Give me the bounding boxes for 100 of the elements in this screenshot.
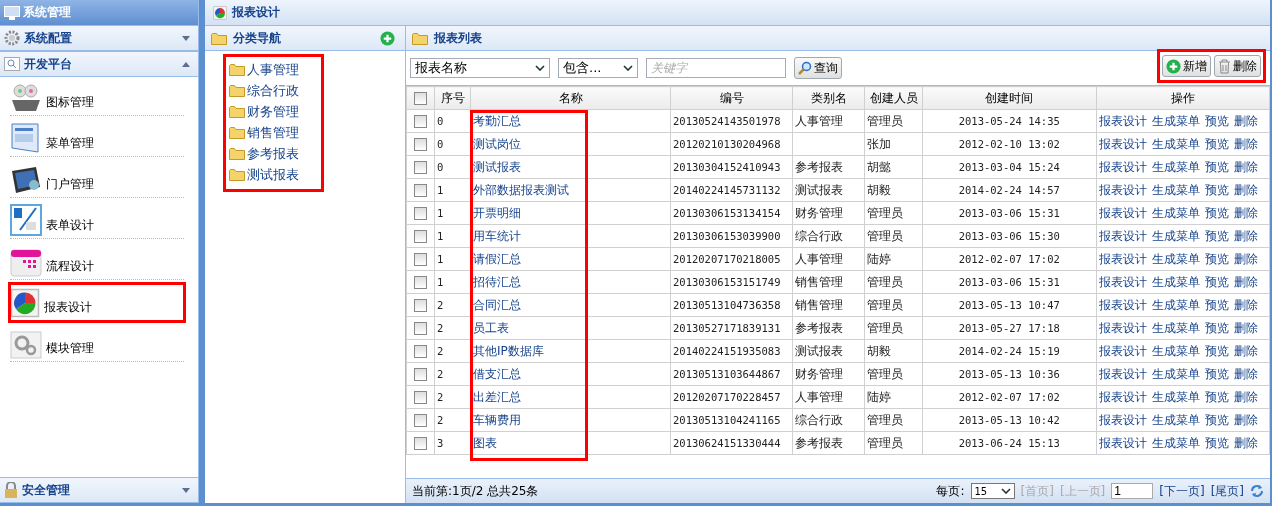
- action-link[interactable]: 预览: [1204, 228, 1229, 243]
- action-link[interactable]: 删除: [1233, 389, 1258, 404]
- checkbox[interactable]: [414, 92, 427, 105]
- pager-link[interactable]: [下一页]: [1159, 482, 1205, 500]
- report-link[interactable]: 开票明细: [473, 205, 521, 220]
- report-link[interactable]: 借支汇总: [473, 366, 521, 381]
- action-link[interactable]: 删除: [1233, 366, 1258, 381]
- action-link[interactable]: 预览: [1204, 205, 1229, 220]
- action-link[interactable]: 预览: [1204, 389, 1229, 404]
- action-link[interactable]: 删除: [1233, 435, 1258, 450]
- report-link[interactable]: 合同汇总: [473, 297, 521, 312]
- checkbox[interactable]: [414, 115, 427, 128]
- sidebar-item[interactable]: 菜单管理: [10, 120, 184, 157]
- action-link[interactable]: 生成菜单: [1151, 389, 1200, 404]
- action-link[interactable]: 预览: [1204, 159, 1229, 174]
- action-link[interactable]: 报表设计: [1098, 159, 1147, 174]
- action-link[interactable]: 生成菜单: [1151, 205, 1200, 220]
- action-link[interactable]: 预览: [1204, 320, 1229, 335]
- action-link[interactable]: 预览: [1204, 412, 1229, 427]
- action-link[interactable]: 报表设计: [1098, 182, 1147, 197]
- action-link[interactable]: 预览: [1204, 274, 1229, 289]
- action-link[interactable]: 生成菜单: [1151, 228, 1200, 243]
- action-link[interactable]: 删除: [1233, 343, 1258, 358]
- action-link[interactable]: 报表设计: [1098, 274, 1147, 289]
- action-link[interactable]: 删除: [1233, 182, 1258, 197]
- action-link[interactable]: 报表设计: [1098, 251, 1147, 266]
- action-link[interactable]: 预览: [1204, 435, 1229, 450]
- add-button[interactable]: 新增: [1162, 55, 1211, 77]
- action-link[interactable]: 预览: [1204, 251, 1229, 266]
- action-link[interactable]: 预览: [1204, 366, 1229, 381]
- action-link[interactable]: 生成菜单: [1151, 412, 1200, 427]
- action-link[interactable]: 删除: [1233, 297, 1258, 312]
- action-link[interactable]: 生成菜单: [1151, 251, 1200, 266]
- category-item[interactable]: 销售管理: [229, 122, 319, 143]
- checkbox[interactable]: [414, 253, 427, 266]
- sidebar-item[interactable]: 表单设计: [10, 202, 184, 239]
- checkbox[interactable]: [414, 391, 427, 404]
- operator-select[interactable]: 包含...: [558, 58, 638, 78]
- checkbox[interactable]: [414, 437, 427, 450]
- action-link[interactable]: 生成菜单: [1151, 320, 1200, 335]
- report-link[interactable]: 请假汇总: [473, 251, 521, 266]
- action-link[interactable]: 预览: [1204, 182, 1229, 197]
- checkbox[interactable]: [414, 345, 427, 358]
- action-link[interactable]: 删除: [1233, 251, 1258, 266]
- accordion-header[interactable]: 开发平台: [0, 51, 198, 77]
- sidebar-item[interactable]: 图标管理: [10, 79, 184, 116]
- action-link[interactable]: 报表设计: [1098, 205, 1147, 220]
- report-link[interactable]: 员工表: [473, 320, 509, 335]
- action-link[interactable]: 生成菜单: [1151, 136, 1200, 151]
- action-link[interactable]: 报表设计: [1098, 366, 1147, 381]
- action-link[interactable]: 报表设计: [1098, 412, 1147, 427]
- checkbox[interactable]: [414, 322, 427, 335]
- action-link[interactable]: 预览: [1204, 343, 1229, 358]
- page-input[interactable]: 1: [1111, 483, 1154, 499]
- checkbox[interactable]: [414, 184, 427, 197]
- checkbox[interactable]: [414, 138, 427, 151]
- action-link[interactable]: 报表设计: [1098, 320, 1147, 335]
- action-link[interactable]: 预览: [1204, 113, 1229, 128]
- accordion-header[interactable]: 安全管理: [0, 477, 198, 503]
- checkbox[interactable]: [414, 414, 427, 427]
- sidebar-item[interactable]: 流程设计: [10, 243, 184, 280]
- action-link[interactable]: 报表设计: [1098, 435, 1147, 450]
- action-link[interactable]: 报表设计: [1098, 343, 1147, 358]
- category-item[interactable]: 测试报表: [229, 164, 319, 185]
- action-link[interactable]: 预览: [1204, 136, 1229, 151]
- action-link[interactable]: 删除: [1233, 205, 1258, 220]
- report-link[interactable]: 招待汇总: [473, 274, 521, 289]
- page-size-select[interactable]: 15: [970, 483, 1015, 499]
- report-link[interactable]: 用车统计: [473, 228, 521, 243]
- checkbox[interactable]: [414, 207, 427, 220]
- action-link[interactable]: 预览: [1204, 297, 1229, 312]
- action-link[interactable]: 报表设计: [1098, 389, 1147, 404]
- pager-link[interactable]: [尾页]: [1210, 482, 1244, 500]
- action-link[interactable]: 生成菜单: [1151, 366, 1200, 381]
- report-link[interactable]: 考勤汇总: [473, 113, 521, 128]
- checkbox[interactable]: [414, 299, 427, 312]
- action-link[interactable]: 删除: [1233, 136, 1258, 151]
- refresh-icon[interactable]: [1250, 484, 1264, 498]
- checkbox[interactable]: [414, 368, 427, 381]
- action-link[interactable]: 删除: [1233, 159, 1258, 174]
- report-link[interactable]: 图表: [473, 435, 497, 450]
- checkbox[interactable]: [414, 230, 427, 243]
- action-link[interactable]: 生成菜单: [1151, 182, 1200, 197]
- checkbox[interactable]: [414, 161, 427, 174]
- action-link[interactable]: 删除: [1233, 113, 1258, 128]
- sidebar-item[interactable]: 报表设计: [10, 284, 184, 321]
- accordion-header[interactable]: 系统配置: [0, 25, 198, 51]
- category-item[interactable]: 参考报表: [229, 143, 319, 164]
- report-link[interactable]: 测试岗位: [473, 136, 521, 151]
- action-link[interactable]: 生成菜单: [1151, 343, 1200, 358]
- category-item[interactable]: 财务管理: [229, 101, 319, 122]
- action-link[interactable]: 报表设计: [1098, 113, 1147, 128]
- action-link[interactable]: 生成菜单: [1151, 274, 1200, 289]
- action-link[interactable]: 报表设计: [1098, 228, 1147, 243]
- action-link[interactable]: 删除: [1233, 274, 1258, 289]
- category-item[interactable]: 综合行政: [229, 80, 319, 101]
- field-select[interactable]: 报表名称: [410, 58, 550, 78]
- report-link[interactable]: 车辆费用: [473, 412, 521, 427]
- report-link[interactable]: 测试报表: [473, 159, 521, 174]
- action-link[interactable]: 报表设计: [1098, 297, 1147, 312]
